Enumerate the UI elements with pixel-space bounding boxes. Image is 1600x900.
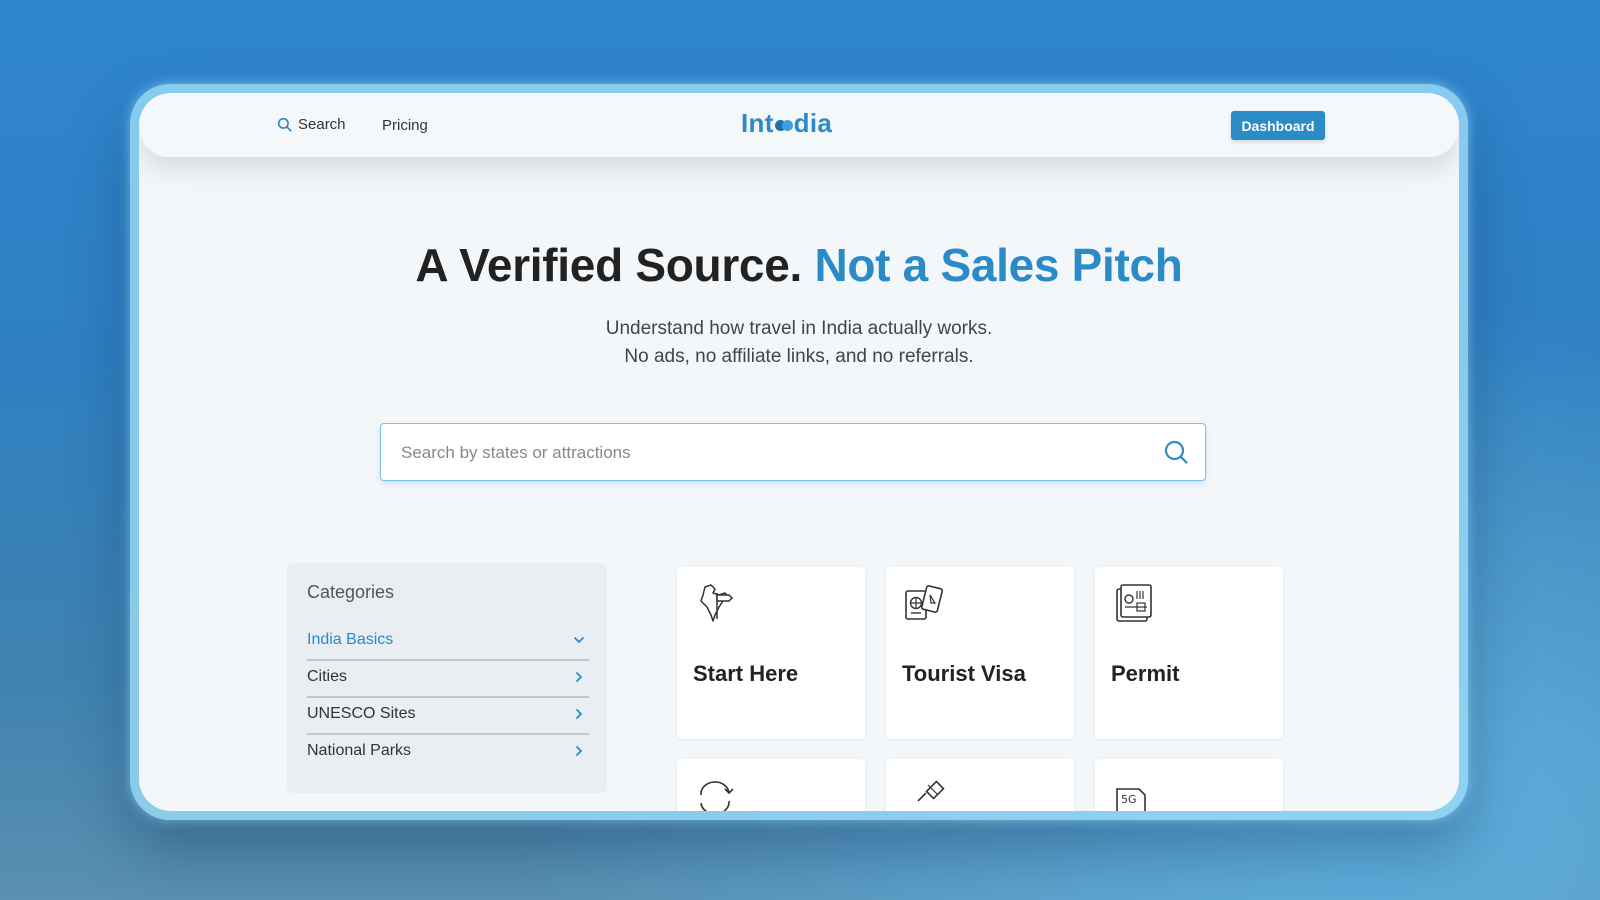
card-start-here[interactable]: Start Here (677, 567, 865, 739)
card-label: Tourist Visa (902, 661, 1026, 686)
hero-title-main: A Verified Source. (415, 239, 802, 291)
card-tourist-visa[interactable]: Tourist Visa (886, 567, 1074, 739)
hero-title: A Verified Source. Not a Sales Pitch (139, 238, 1459, 292)
category-unesco-sites[interactable]: UNESCO Sites (307, 695, 589, 732)
passport-icon (905, 585, 944, 620)
india-map-signpost-icon (700, 584, 734, 622)
app-screen: Search Pricing Int dia Dashboard A Verif… (139, 93, 1459, 811)
chevron-down-icon (574, 636, 584, 643)
chevron-right-icon (576, 745, 582, 756)
nav-search-link[interactable]: Search (277, 116, 346, 133)
search-box (380, 423, 1206, 481)
category-label: Cities (307, 667, 348, 685)
categories-title: Categories (307, 582, 395, 602)
hero-subtitle-line-1: Understand how travel in India actually … (605, 318, 993, 339)
nav-pricing-link[interactable]: Pricing (382, 117, 428, 134)
search-icon[interactable] (1163, 439, 1189, 465)
logo-text-right: dia (793, 108, 833, 138)
dashboard-button[interactable]: Dashboard (1231, 111, 1325, 140)
nav-search-label: Search (298, 116, 346, 133)
card-permit[interactable]: Permit (1095, 567, 1283, 739)
category-india-basics[interactable]: India Basics (307, 621, 589, 658)
card-currency[interactable] (677, 759, 865, 811)
svg-text:5G: 5G (1121, 793, 1137, 806)
card-label: Start Here (693, 661, 799, 686)
chevron-right-icon (576, 708, 582, 719)
category-label: UNESCO Sites (307, 704, 416, 722)
category-label: National Parks (307, 741, 412, 759)
search-input[interactable] (399, 424, 1123, 481)
category-national-parks[interactable]: National Parks (307, 732, 589, 769)
permit-document-icon (1116, 584, 1152, 622)
top-nav: Search Pricing Int dia Dashboard (139, 93, 1459, 157)
hero-subtitle: Understand how travel in India actually … (139, 315, 1459, 371)
chevron-right-icon (576, 671, 582, 682)
card-label: Permit (1111, 661, 1180, 686)
logo-mark-icon (774, 116, 793, 131)
search-icon (277, 117, 292, 132)
currency-exchange-icon (700, 781, 734, 811)
category-label: India Basics (307, 630, 394, 648)
hero-subtitle-line-2: No ads, no affiliate links, and no refer… (624, 346, 974, 367)
satellite-icon (917, 780, 945, 802)
logo-text-left: Int (741, 108, 774, 138)
browser-frame: Search Pricing Int dia Dashboard A Verif… (130, 84, 1468, 820)
categories-panel: Categories India Basics Cities UNESCO Si… (287, 563, 607, 793)
logo[interactable]: Int dia (741, 108, 832, 139)
card-connectivity[interactable] (886, 759, 1074, 811)
category-cities[interactable]: Cities (307, 658, 589, 695)
hero-title-accent: Not a Sales Pitch (814, 239, 1183, 291)
sim-card-5g-icon: 5G (1116, 788, 1146, 811)
card-sim[interactable]: 5G (1095, 759, 1283, 811)
